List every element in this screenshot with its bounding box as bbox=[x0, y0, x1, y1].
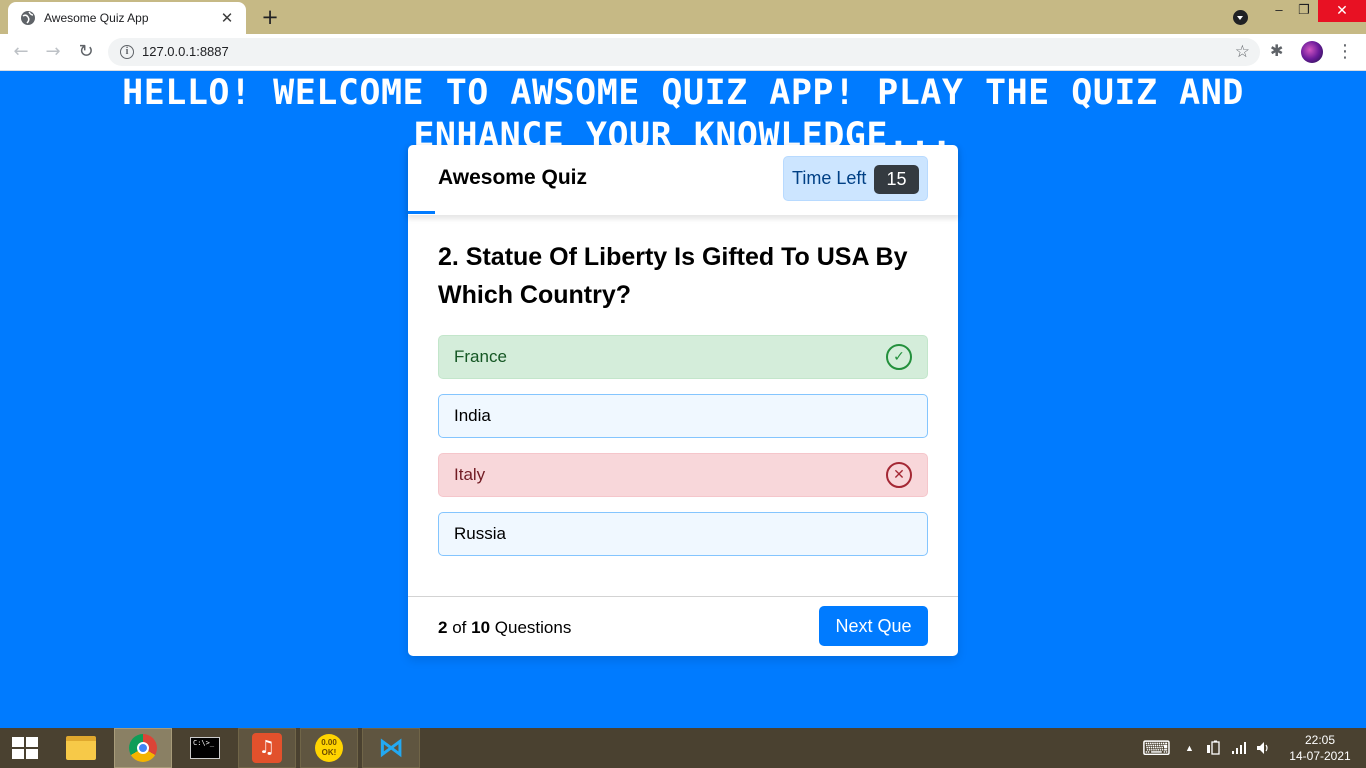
check-icon: ✓ bbox=[886, 344, 912, 370]
option-italy[interactable]: Italy ✕ bbox=[438, 453, 928, 497]
battery-icon[interactable] bbox=[1206, 740, 1222, 756]
star-icon[interactable]: ☆ bbox=[1235, 42, 1250, 62]
option-india[interactable]: India bbox=[438, 394, 928, 438]
info-icon[interactable]: i bbox=[120, 45, 134, 59]
chrome-taskbar-button[interactable] bbox=[114, 728, 172, 768]
browser-toolbar: ← → ↻ i 127.0.0.1:8887 ☆ ✱ ⋮ bbox=[0, 34, 1366, 71]
option-france[interactable]: France ✓ bbox=[438, 335, 928, 379]
option-label: Italy bbox=[454, 465, 486, 484]
welcome-banner: HELLO! WELCOME TO AWSOME QUIZ APP! PLAY … bbox=[122, 73, 1244, 152]
vscode-taskbar-button[interactable]: ⋈ bbox=[362, 728, 420, 768]
question-text: 2. Statue Of Liberty Is Gifted To USA By… bbox=[438, 243, 908, 309]
headphones-icon: ♫ bbox=[252, 733, 282, 763]
option-russia[interactable]: Russia bbox=[438, 512, 928, 556]
back-button[interactable]: ← bbox=[9, 40, 33, 64]
folder-icon bbox=[66, 736, 96, 760]
windows-start-icon[interactable] bbox=[12, 737, 38, 759]
keyboard-icon[interactable]: ⌨ bbox=[1142, 728, 1171, 768]
time-seconds: 15 bbox=[874, 165, 919, 194]
extensions-icon[interactable]: ✱ bbox=[1270, 41, 1283, 60]
time-left-label: Time Left bbox=[792, 168, 867, 188]
globe-icon bbox=[21, 11, 35, 25]
file-explorer-button[interactable] bbox=[52, 728, 110, 768]
quiz-box: Awesome Quiz Time Left 15 2. Statue Of L… bbox=[408, 145, 958, 656]
cmd-taskbar-button[interactable]: C:\>_ bbox=[176, 728, 234, 768]
volume-icon[interactable] bbox=[1256, 741, 1272, 755]
tab-title: Awesome Quiz App bbox=[44, 11, 149, 25]
restore-button[interactable]: ❐ bbox=[1289, 0, 1319, 22]
of-label: of bbox=[452, 618, 467, 637]
reload-button[interactable]: ↻ bbox=[74, 40, 98, 64]
address-bar[interactable]: i 127.0.0.1:8887 ☆ bbox=[108, 38, 1260, 66]
cross-icon: ✕ bbox=[886, 462, 912, 488]
quiz-title: Awesome Quiz bbox=[438, 166, 587, 189]
music-taskbar-button[interactable]: ♫ bbox=[238, 728, 296, 768]
new-tab-button[interactable]: + bbox=[258, 5, 282, 29]
total-questions: 10 bbox=[471, 618, 491, 637]
tab-search-icon[interactable] bbox=[1233, 10, 1248, 25]
system-clock[interactable]: 22:05 14-07-2021 bbox=[1284, 732, 1356, 764]
url-text[interactable]: 127.0.0.1:8887 bbox=[142, 44, 229, 59]
browser-tab-strip: Awesome Quiz App ✕ + – ❐ ✕ bbox=[0, 0, 1366, 34]
close-window-button[interactable]: ✕ bbox=[1318, 0, 1366, 22]
quiz-footer: 2 of 10 Questions Next Que bbox=[408, 596, 958, 656]
chrome-icon bbox=[129, 734, 157, 762]
network-icon[interactable] bbox=[1231, 741, 1247, 755]
timer: Time Left 15 bbox=[783, 156, 928, 201]
ok-app-icon: 0.00 OK! bbox=[315, 734, 343, 762]
forward-button[interactable]: → bbox=[41, 40, 65, 64]
option-label: Russia bbox=[454, 524, 506, 543]
option-label: France bbox=[454, 347, 507, 366]
quiz-header: Awesome Quiz Time Left 15 bbox=[408, 145, 958, 215]
clock-time: 22:05 bbox=[1304, 733, 1336, 747]
menu-icon[interactable]: ⋮ bbox=[1336, 40, 1354, 64]
vscode-icon: ⋈ bbox=[378, 733, 404, 763]
show-hidden-icons-button[interactable]: ▲ bbox=[1185, 728, 1194, 768]
question-counter: 2 of 10 Questions bbox=[438, 618, 571, 638]
questions-label: Questions bbox=[494, 618, 572, 637]
clock-date: 14-07-2021 bbox=[1289, 749, 1351, 763]
current-question: 2 bbox=[438, 618, 448, 637]
taskbar: C:\>_ ♫ 0.00 OK! ⋈ ⌨ ▲ 22:05 14-07-2021 bbox=[0, 728, 1366, 768]
browser-tab[interactable]: Awesome Quiz App ✕ bbox=[8, 2, 246, 34]
close-tab-icon[interactable]: ✕ bbox=[218, 9, 236, 27]
avatar[interactable] bbox=[1301, 41, 1323, 63]
option-label: India bbox=[454, 406, 491, 425]
next-question-button[interactable]: Next Que bbox=[819, 606, 928, 646]
ok-app-taskbar-button[interactable]: 0.00 OK! bbox=[300, 728, 358, 768]
time-progress-line bbox=[408, 211, 435, 214]
terminal-icon: C:\>_ bbox=[190, 737, 220, 759]
